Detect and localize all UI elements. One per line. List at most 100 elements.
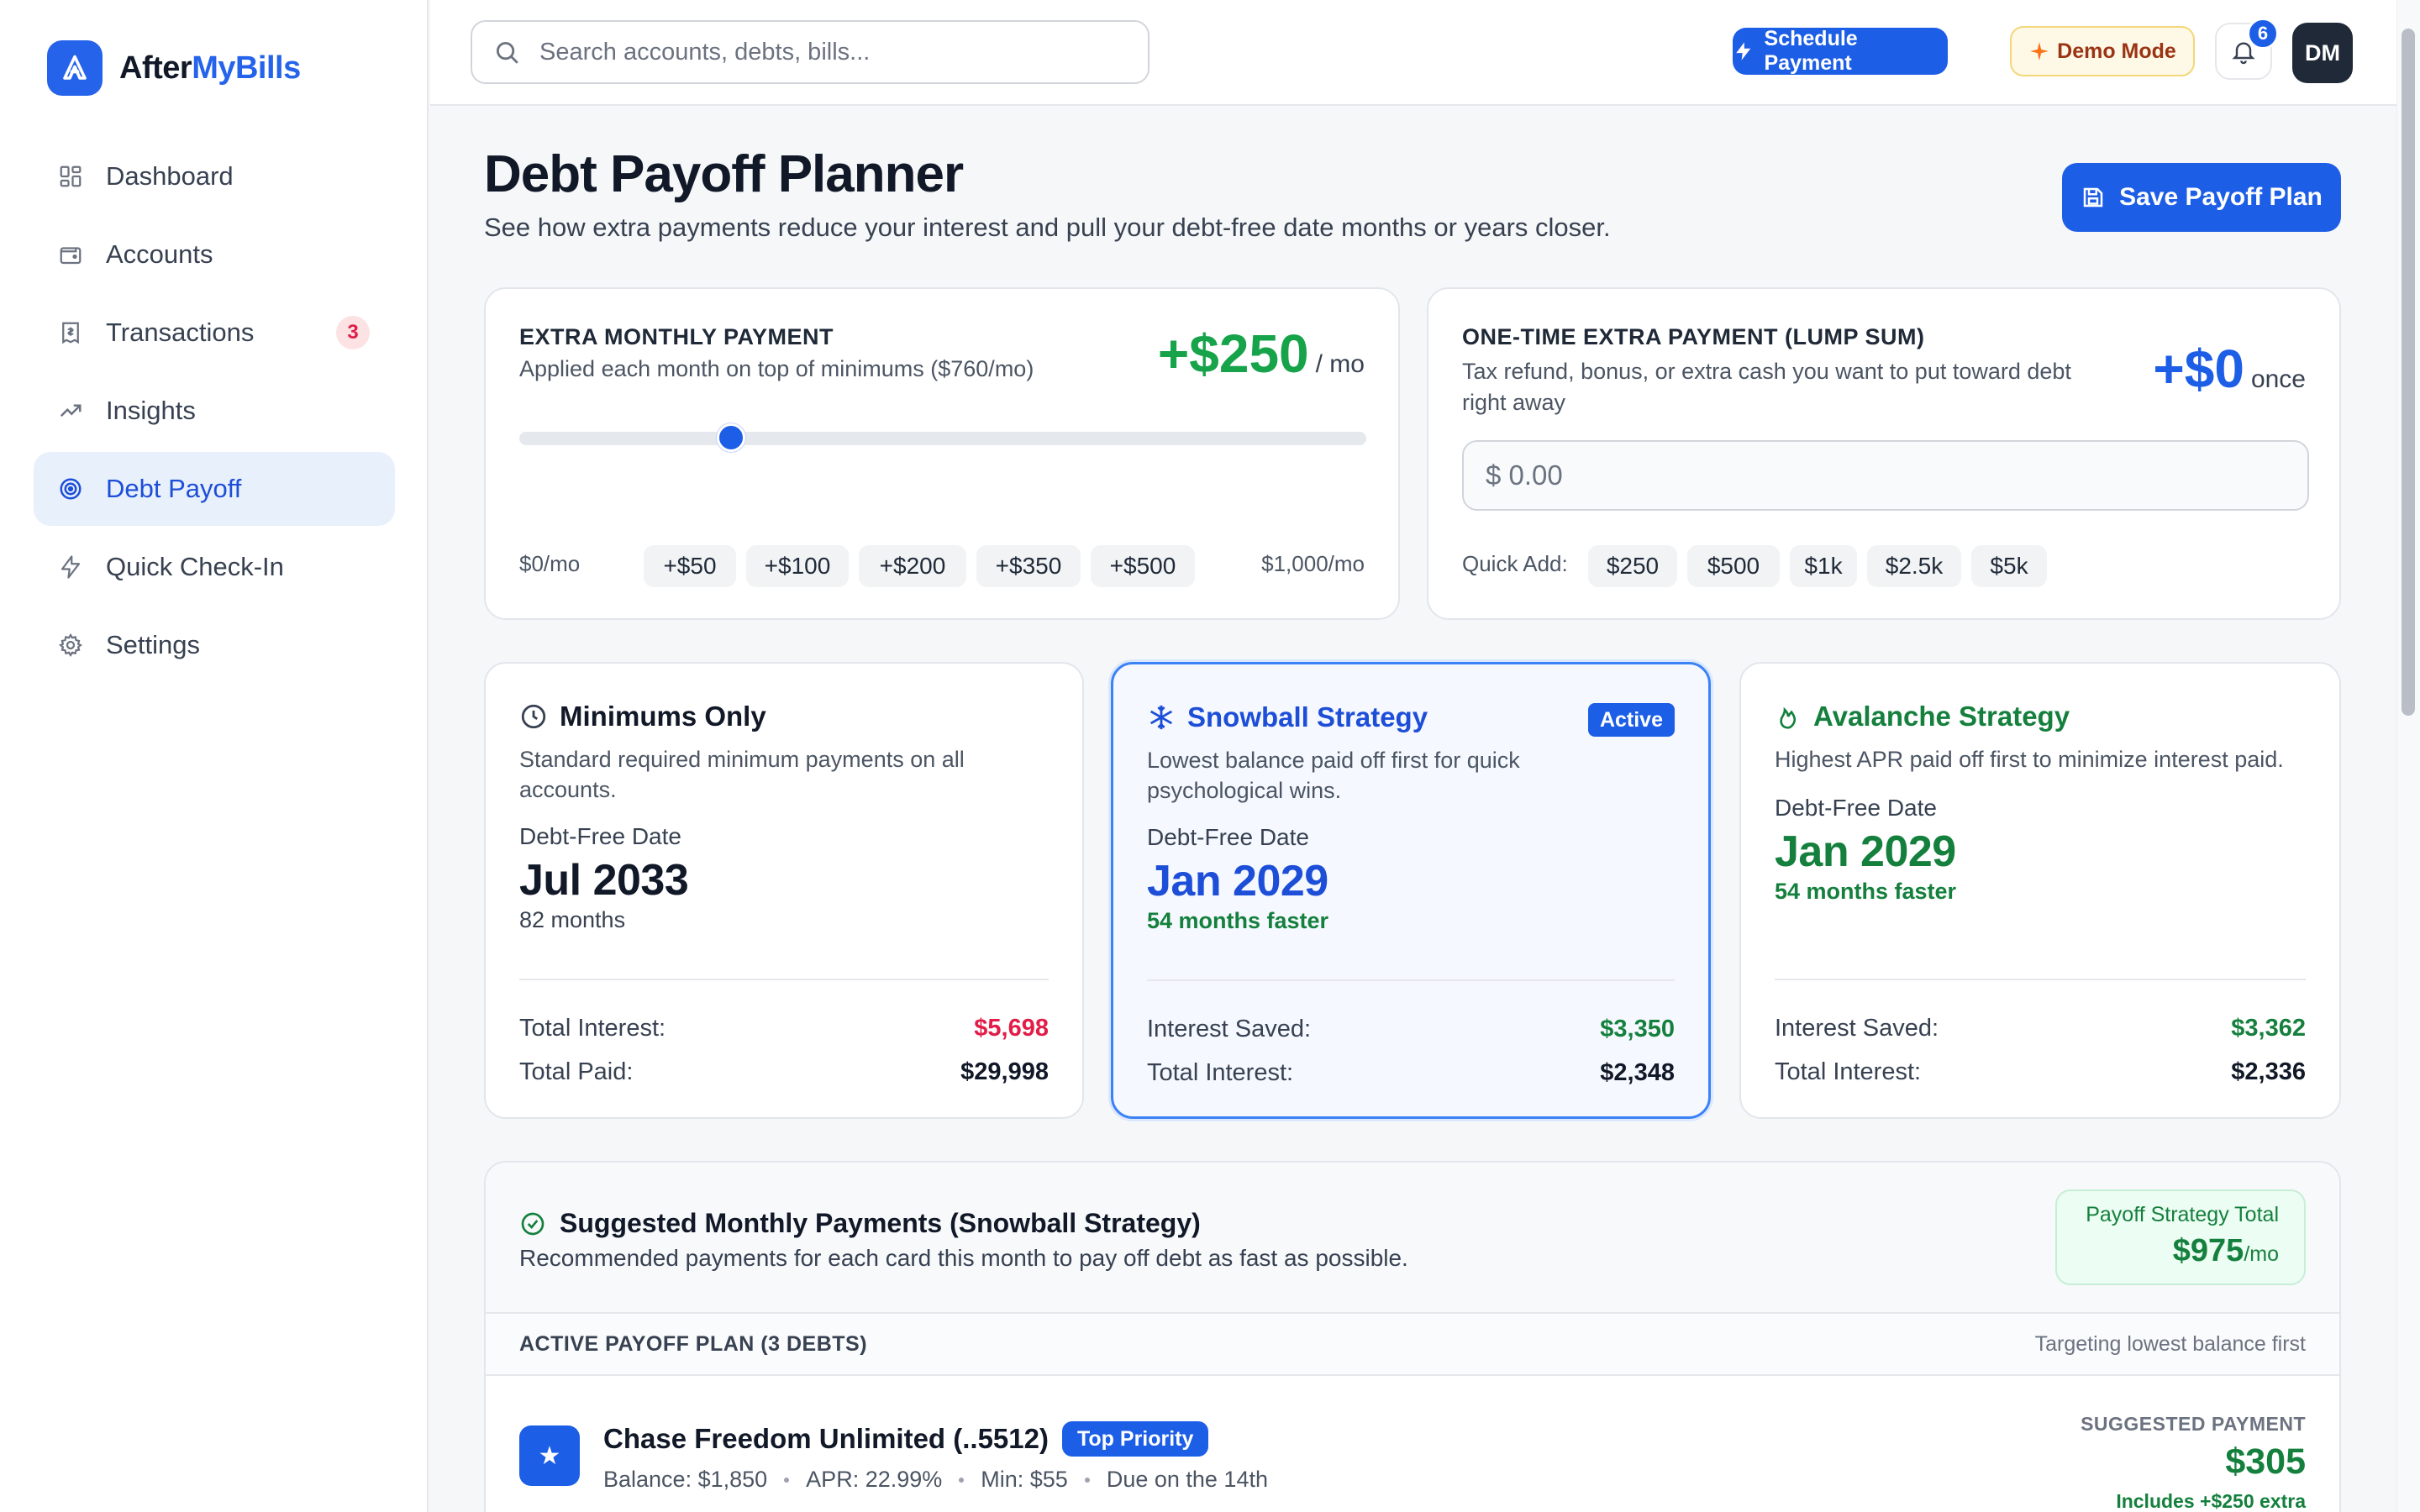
- lump-sum-card: ONE-TIME EXTRA PAYMENT (LUMP SUM) Tax re…: [1427, 287, 2341, 620]
- total-label: Payoff Strategy Total: [2086, 1203, 2279, 1226]
- minimums-description: Standard required minimum payments on al…: [519, 747, 965, 802]
- debt-balance: Balance: $1,850: [603, 1467, 768, 1492]
- debt-free-date: Jan 2029: [1147, 857, 1328, 906]
- sidebar-item-transactions[interactable]: Transactions 3: [34, 296, 395, 370]
- search-icon: [492, 38, 521, 66]
- slider-max-label: $1,000/mo: [1261, 551, 1365, 576]
- suggested-payments-section: Suggested Monthly Payments (Snowball Str…: [484, 1161, 2341, 1512]
- sidebar-item-label: Settings: [106, 630, 201, 659]
- debt-free-date-label: Debt-Free Date: [519, 823, 681, 849]
- sidebar-item-label: Accounts: [106, 239, 213, 269]
- total-paid-label: Total Paid:: [519, 1058, 634, 1085]
- quick-add-label: Quick Add:: [1462, 551, 1568, 576]
- demo-mode-label: Demo Mode: [2057, 39, 2176, 63]
- quick-add-5k[interactable]: $5k: [1971, 545, 2047, 587]
- lump-sum-input[interactable]: $ 0.00: [1462, 440, 2309, 511]
- save-payoff-plan-button[interactable]: Save Payoff Plan: [2062, 163, 2341, 232]
- sidebar-item-label: Quick Check-In: [106, 552, 284, 581]
- lump-sum-sublabel: Tax refund, bonus, or extra cash you wan…: [1462, 359, 2071, 415]
- avalanche-title: Avalanche Strategy: [1775, 701, 2070, 732]
- dashboard-icon: [57, 163, 84, 190]
- interest-saved-label: Interest Saved:: [1775, 1015, 1939, 1042]
- extra-monthly-payment-card: EXTRA MONTHLY PAYMENT Applied each month…: [484, 287, 1400, 620]
- minimums-only-card[interactable]: Minimums Only Standard required minimum …: [484, 662, 1084, 1119]
- receipt-icon: [57, 319, 84, 346]
- snowball-strategy-card[interactable]: Snowball Strategy Active Lowest balance …: [1111, 662, 1711, 1119]
- quick-add-2-5k[interactable]: $2.5k: [1867, 545, 1961, 587]
- gear-icon: [57, 632, 84, 659]
- search-input[interactable]: Search accounts, debts, bills...: [471, 20, 1150, 84]
- slider-handle[interactable]: [717, 423, 745, 452]
- total-interest-label: Total Interest:: [1775, 1058, 1922, 1085]
- scrollbar-thumb[interactable]: [2402, 29, 2415, 716]
- clock-icon: [521, 704, 546, 729]
- logo-icon: [47, 40, 103, 96]
- lump-sum-unit: once: [2250, 365, 2306, 393]
- avalanche-description: Highest APR paid off first to minimize i…: [1775, 747, 2284, 772]
- page-subtitle: See how extra payments reduce your inter…: [484, 213, 1611, 242]
- interest-saved-label: Interest Saved:: [1147, 1016, 1312, 1042]
- sidebar-item-quick-check-in[interactable]: Quick Check-In: [34, 530, 395, 604]
- snowball-description: Lowest balance paid off first for quick …: [1147, 748, 1520, 803]
- demo-mode-button[interactable]: Demo Mode: [2010, 26, 2195, 76]
- total-interest-label: Total Interest:: [519, 1015, 666, 1042]
- sidebar-item-dashboard[interactable]: Dashboard: [34, 139, 395, 213]
- extra-monthly-label: EXTRA MONTHLY PAYMENT: [519, 324, 834, 349]
- avatar[interactable]: DM: [2292, 23, 2353, 83]
- suggested-header: Suggested Monthly Payments (Snowball Str…: [486, 1163, 2339, 1314]
- interest-saved-value: $3,362: [2231, 1015, 2306, 1042]
- sidebar-item-accounts[interactable]: Accounts: [34, 218, 395, 291]
- wallet-icon: [57, 241, 84, 268]
- extra-monthly-unit: / mo: [1315, 350, 1365, 378]
- sidebar-item-settings[interactable]: Settings: [34, 608, 395, 682]
- divider: [1775, 979, 2306, 980]
- quick-add-250[interactable]: $250: [1588, 545, 1677, 587]
- sidebar-item-debt-payoff[interactable]: Debt Payoff: [34, 452, 395, 526]
- active-badge: Active: [1587, 703, 1675, 737]
- debt-free-date-label: Debt-Free Date: [1775, 795, 1937, 821]
- page-scrollbar[interactable]: [2396, 0, 2420, 1512]
- suggested-title: Suggested Monthly Payments (Snowball Str…: [519, 1208, 1201, 1239]
- sidebar-item-insights[interactable]: Insights: [34, 374, 395, 448]
- chip-plus-350[interactable]: +$350: [976, 545, 1081, 587]
- minimums-title: Minimums Only: [519, 701, 766, 732]
- sidebar-item-label: Transactions: [106, 318, 255, 347]
- schedule-payment-label: Schedule Payment: [1764, 27, 1858, 75]
- chip-plus-100[interactable]: +$100: [746, 545, 849, 587]
- debt-meta: Balance: $1,850 APR: 22.99% Min: $55 Due…: [603, 1467, 1268, 1493]
- lump-sum-value: +$0: [2153, 339, 2244, 399]
- interest-saved-value: $3,350: [1600, 1016, 1675, 1042]
- suggested-payment-extra: Includes +$250 extra: [2116, 1490, 2306, 1512]
- snowflake-icon: [1150, 705, 1173, 730]
- extra-monthly-slider[interactable]: [519, 432, 1366, 445]
- extra-monthly-amount: +$250 / mo: [1158, 323, 1365, 385]
- notifications-count-badge: 6: [2247, 18, 2279, 50]
- sidebar-item-label: Insights: [106, 396, 196, 425]
- quick-add-1k[interactable]: $1k: [1790, 545, 1857, 587]
- sparkle-icon: [2030, 42, 2049, 60]
- active-plan-header: ACTIVE PAYOFF PLAN (3 DEBTS) Targeting l…: [486, 1314, 2339, 1376]
- debt-apr: APR: 22.99%: [806, 1467, 943, 1492]
- bolt-icon: [1736, 42, 1751, 60]
- app-logo[interactable]: AfterMyBills: [47, 40, 301, 96]
- debt-name: Chase Freedom Unlimited (..5512) Top Pri…: [603, 1421, 1209, 1457]
- quick-add-500[interactable]: $500: [1687, 545, 1780, 587]
- debt-row[interactable]: ★ Chase Freedom Unlimited (..5512) Top P…: [486, 1378, 2339, 1512]
- main-content: Debt Payoff Planner See how extra paymen…: [430, 108, 2396, 1512]
- debt-free-date: Jul 2033: [519, 856, 689, 905]
- active-plan-label: ACTIVE PAYOFF PLAN (3 DEBTS): [519, 1332, 868, 1356]
- avalanche-strategy-card[interactable]: Avalanche Strategy Highest APR paid off …: [1739, 662, 2341, 1119]
- sidebar: AfterMyBills Dashboard Accounts Transact…: [0, 0, 429, 1512]
- months-note: 82 months: [519, 907, 626, 932]
- total-interest-value: $2,336: [2231, 1058, 2306, 1085]
- schedule-payment-button[interactable]: Schedule Payment: [1733, 27, 1948, 75]
- chip-plus-50[interactable]: +$50: [644, 545, 736, 587]
- chip-plus-200[interactable]: +$200: [859, 545, 966, 587]
- notifications-button[interactable]: 6: [2215, 18, 2279, 80]
- sidebar-item-label: Debt Payoff: [106, 474, 242, 503]
- chip-plus-500[interactable]: +$500: [1091, 545, 1195, 587]
- payoff-strategy-total: Payoff Strategy Total $975/mo: [2055, 1189, 2306, 1285]
- active-plan-note: Targeting lowest balance first: [2034, 1332, 2306, 1356]
- divider: [1147, 979, 1675, 981]
- suggested-payment-label: SUGGESTED PAYMENT: [2081, 1413, 2306, 1435]
